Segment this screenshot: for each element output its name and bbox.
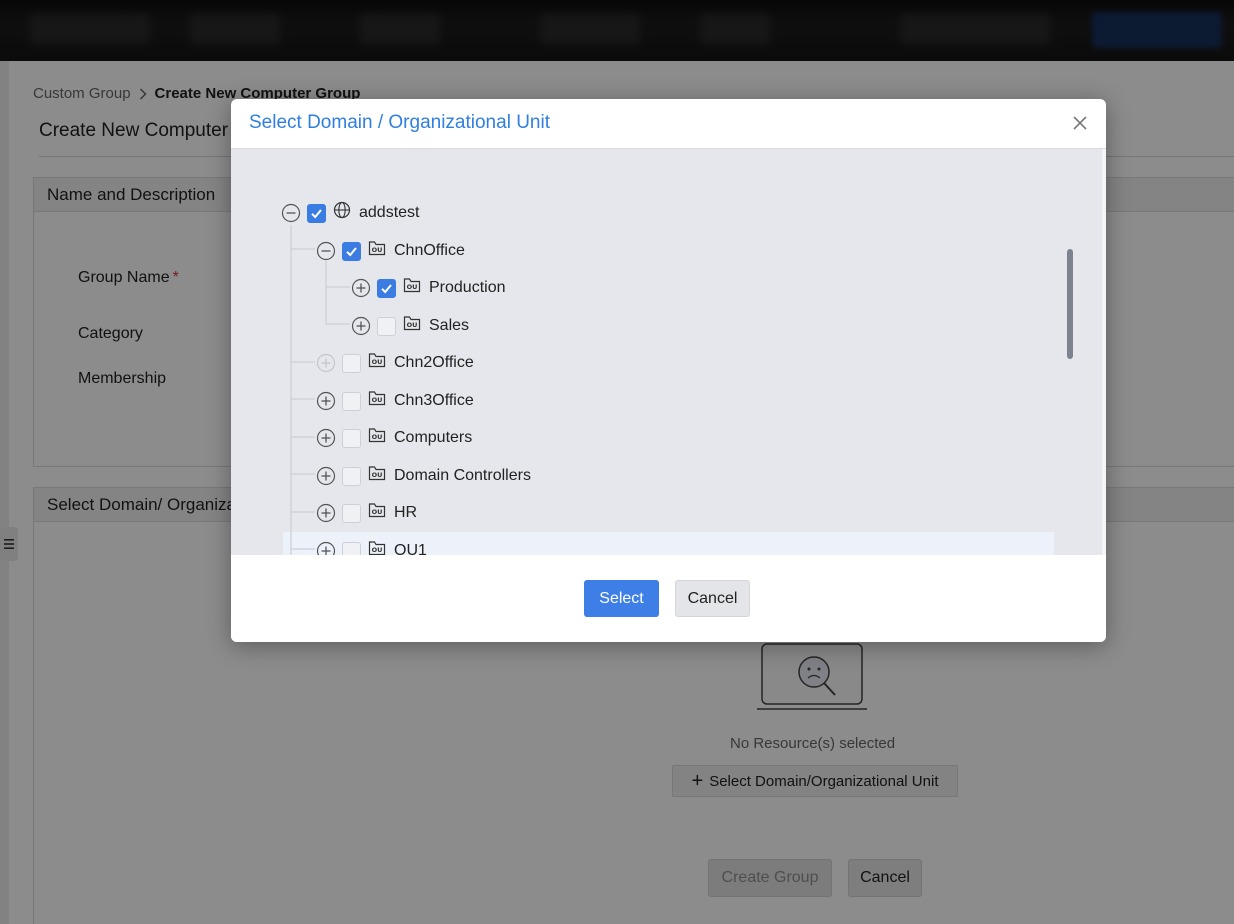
checkmark-icon (381, 283, 392, 293)
ou-folder-icon: OU (368, 428, 386, 443)
dialog-footer: Select Cancel (231, 555, 1106, 642)
tree-node-label[interactable]: Chn3Office (394, 392, 474, 410)
expand-plus-icon (316, 503, 336, 523)
ou-folder-icon: OU (368, 353, 386, 368)
tree-node: OU Production (351, 275, 506, 301)
tree-expander[interactable] (351, 316, 371, 336)
tree-node-icon: OU (368, 426, 386, 444)
dialog-cancel-button[interactable]: Cancel (675, 580, 750, 617)
expand-plus-icon (316, 541, 336, 555)
tree-node: OU Chn3Office (316, 388, 474, 414)
tree-node-label[interactable]: HR (394, 504, 417, 522)
tree-checkbox[interactable] (342, 466, 361, 486)
expand-plus-icon (316, 391, 336, 411)
tree-expander[interactable] (316, 241, 336, 261)
tree-node-icon: OU (368, 464, 386, 482)
tree-checkbox[interactable] (342, 353, 361, 373)
tree-node-icon (333, 201, 351, 219)
expand-plus-icon (316, 466, 336, 486)
tree-expander[interactable] (316, 391, 336, 411)
tree-node-icon: OU (368, 501, 386, 519)
tree-node-label[interactable]: OU1 (394, 542, 427, 555)
tree-checkbox[interactable] (342, 503, 361, 523)
select-domain-ou-dialog: Select Domain / Organizational Unit adds… (231, 99, 1106, 642)
tree-expander[interactable] (316, 353, 336, 373)
tree-node-label[interactable]: Sales (429, 317, 469, 335)
tree-node-label[interactable]: ChnOffice (394, 242, 465, 260)
ou-folder-icon: OU (368, 466, 386, 481)
tree-expander[interactable] (316, 466, 336, 486)
tree-checkbox[interactable] (307, 203, 326, 223)
dialog-scroll-track[interactable] (1102, 149, 1106, 555)
ou-tree-panel[interactable]: addstest OU ChnOffice OU Production OU Sales OU… (231, 149, 1106, 555)
tree-node-label[interactable]: Domain Controllers (394, 467, 531, 485)
tree-node-label[interactable]: Production (429, 279, 506, 297)
tree-node-icon: OU (368, 539, 386, 555)
ou-folder-icon: OU (368, 241, 386, 256)
tree-node: OU ChnOffice (316, 238, 465, 264)
tree-checkbox[interactable] (377, 278, 396, 298)
svg-text:OU: OU (372, 546, 383, 554)
svg-text:OU: OU (407, 321, 418, 329)
tree-expander[interactable] (316, 428, 336, 448)
tree-node-label[interactable]: addstest (359, 204, 419, 222)
tree-checkbox[interactable] (377, 316, 396, 336)
tree-checkbox[interactable] (342, 541, 361, 555)
tree-expander[interactable] (281, 203, 301, 223)
expand-plus-icon (351, 278, 371, 298)
close-icon (1073, 116, 1087, 130)
tree-checkbox[interactable] (342, 391, 361, 411)
tree-expander[interactable] (316, 541, 336, 555)
collapse-minus-icon (316, 241, 336, 261)
tree-node: OU Sales (351, 313, 469, 339)
svg-text:OU: OU (372, 433, 383, 441)
tree-expander[interactable] (351, 278, 371, 298)
select-button[interactable]: Select (584, 580, 659, 617)
tree-node-icon: OU (403, 314, 421, 332)
dialog-title: Select Domain / Organizational Unit (249, 112, 550, 133)
tree-checkbox[interactable] (342, 428, 361, 448)
ou-folder-icon: OU (403, 278, 421, 293)
svg-text:OU: OU (407, 283, 418, 291)
checkmark-icon (346, 246, 357, 256)
tree-node-icon: OU (368, 389, 386, 407)
svg-text:OU: OU (372, 396, 383, 404)
expand-plus-icon (316, 353, 336, 373)
close-button[interactable] (1070, 111, 1090, 135)
tree-node-label[interactable]: Computers (394, 429, 472, 447)
svg-text:OU: OU (372, 508, 383, 516)
tree-node: addstest (281, 200, 419, 226)
dialog-header: Select Domain / Organizational Unit (231, 99, 1106, 149)
tree-node-icon: OU (368, 351, 386, 369)
svg-text:OU: OU (372, 246, 383, 254)
tree-node: OU Computers (316, 425, 472, 451)
svg-text:OU: OU (372, 358, 383, 366)
tree-node: OU Chn2Office (316, 350, 474, 376)
expand-plus-icon (316, 428, 336, 448)
ou-folder-icon: OU (368, 541, 386, 555)
tree-node-icon: OU (368, 239, 386, 257)
tree-expander[interactable] (316, 503, 336, 523)
checkmark-icon (311, 208, 322, 218)
tree-node-icon: OU (403, 276, 421, 294)
tree-node: OU OU1 (316, 538, 427, 555)
ou-folder-icon: OU (403, 316, 421, 331)
expand-plus-icon (351, 316, 371, 336)
collapse-minus-icon (281, 203, 301, 223)
tree-checkbox[interactable] (342, 241, 361, 261)
tree-node-label[interactable]: Chn2Office (394, 354, 474, 372)
tree-scrollbar-thumb[interactable] (1067, 249, 1073, 359)
ou-folder-icon: OU (368, 503, 386, 518)
svg-text:OU: OU (372, 471, 383, 479)
tree-node: OU HR (316, 500, 417, 526)
ou-folder-icon: OU (368, 391, 386, 406)
tree-node: OU Domain Controllers (316, 463, 531, 489)
globe-icon (333, 201, 351, 219)
